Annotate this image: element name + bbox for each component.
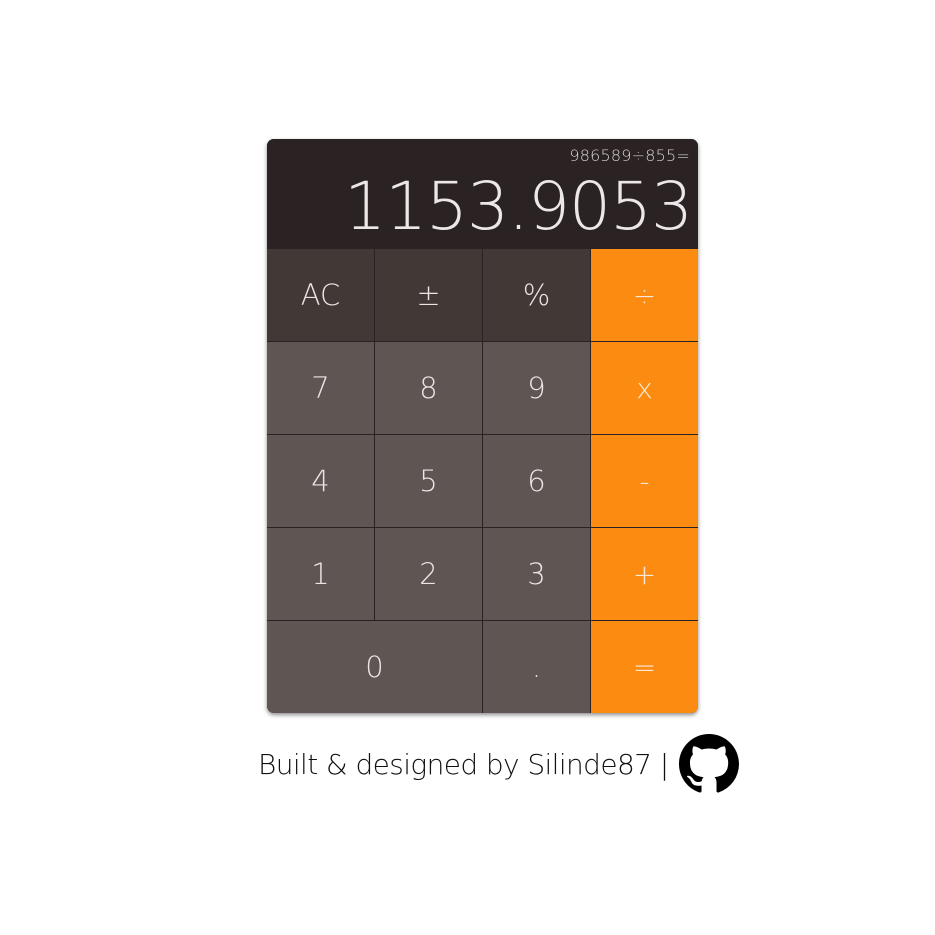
- digit-3-button[interactable]: 3: [483, 528, 591, 621]
- subtract-button[interactable]: -: [591, 435, 698, 528]
- footer: Built & designed by Silinde87 |: [258, 733, 739, 795]
- equals-button[interactable]: =: [591, 621, 698, 713]
- digit-7-button[interactable]: 7: [267, 342, 375, 435]
- footer-credit-text: Built & designed by Silinde87 |: [258, 747, 669, 781]
- digit-6-button[interactable]: 6: [483, 435, 591, 528]
- digit-2-button[interactable]: 2: [375, 528, 483, 621]
- keypad: AC ± % ÷ 7 8 9 x 4 5 6 - 1 2 3 + 0 . =: [267, 249, 698, 713]
- digit-0-button[interactable]: 0: [267, 621, 483, 713]
- result-display: 1153.9053: [344, 168, 693, 245]
- digit-1-button[interactable]: 1: [267, 528, 375, 621]
- percent-button[interactable]: %: [483, 249, 591, 342]
- digit-8-button[interactable]: 8: [375, 342, 483, 435]
- expression-display: 986589÷855=: [569, 146, 690, 165]
- github-icon[interactable]: [678, 734, 739, 794]
- digit-4-button[interactable]: 4: [267, 435, 375, 528]
- digit-9-button[interactable]: 9: [483, 342, 591, 435]
- display: 986589÷855= 1153.9053: [267, 139, 698, 249]
- clear-button[interactable]: AC: [267, 249, 375, 342]
- divide-button[interactable]: ÷: [591, 249, 698, 342]
- add-button[interactable]: +: [591, 528, 698, 621]
- calculator: 986589÷855= 1153.9053 AC ± % ÷ 7 8 9 x 4…: [267, 139, 698, 713]
- digit-5-button[interactable]: 5: [375, 435, 483, 528]
- page: 986589÷855= 1153.9053 AC ± % ÷ 7 8 9 x 4…: [0, 0, 935, 935]
- decimal-button[interactable]: .: [483, 621, 591, 713]
- multiply-button[interactable]: x: [591, 342, 698, 435]
- plus-minus-button[interactable]: ±: [375, 249, 483, 342]
